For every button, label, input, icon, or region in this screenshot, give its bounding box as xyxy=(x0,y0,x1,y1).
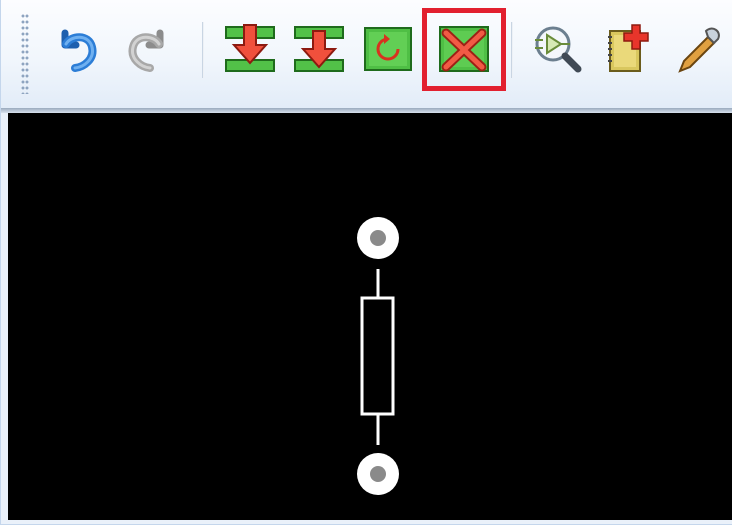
inspect-button[interactable] xyxy=(529,14,587,84)
tool-button[interactable] xyxy=(669,14,727,84)
toolbar-separator xyxy=(511,22,513,78)
editor-window xyxy=(0,0,732,525)
redo-arrow-icon xyxy=(128,29,164,72)
toolbar xyxy=(1,0,732,109)
notebook-plus-icon xyxy=(608,24,649,72)
redo-button[interactable] xyxy=(119,14,177,84)
bottom-pad[interactable] xyxy=(357,453,399,495)
magnifier-component-icon xyxy=(535,26,582,73)
undo-button[interactable] xyxy=(48,14,106,84)
add-component-button[interactable] xyxy=(599,14,657,84)
green-import-arrow-alt-icon xyxy=(294,26,344,72)
import-alt-button[interactable] xyxy=(290,14,348,84)
resistor-footprint[interactable] xyxy=(8,113,732,520)
undo-arrow-icon xyxy=(61,29,97,72)
refresh-button[interactable] xyxy=(359,14,417,84)
green-import-arrow-icon xyxy=(225,24,275,72)
green-refresh-icon xyxy=(364,27,412,71)
toolbar-separator xyxy=(202,22,204,78)
pcb-canvas[interactable] xyxy=(8,113,732,520)
green-red-x-icon xyxy=(439,26,489,72)
close-x-button[interactable] xyxy=(435,14,493,84)
import-button[interactable] xyxy=(221,14,279,84)
top-pad[interactable] xyxy=(357,217,399,259)
pen-tool-icon xyxy=(678,27,720,73)
resistor-body-outline xyxy=(360,296,395,416)
toolbar-grip-handle[interactable] xyxy=(21,14,29,94)
